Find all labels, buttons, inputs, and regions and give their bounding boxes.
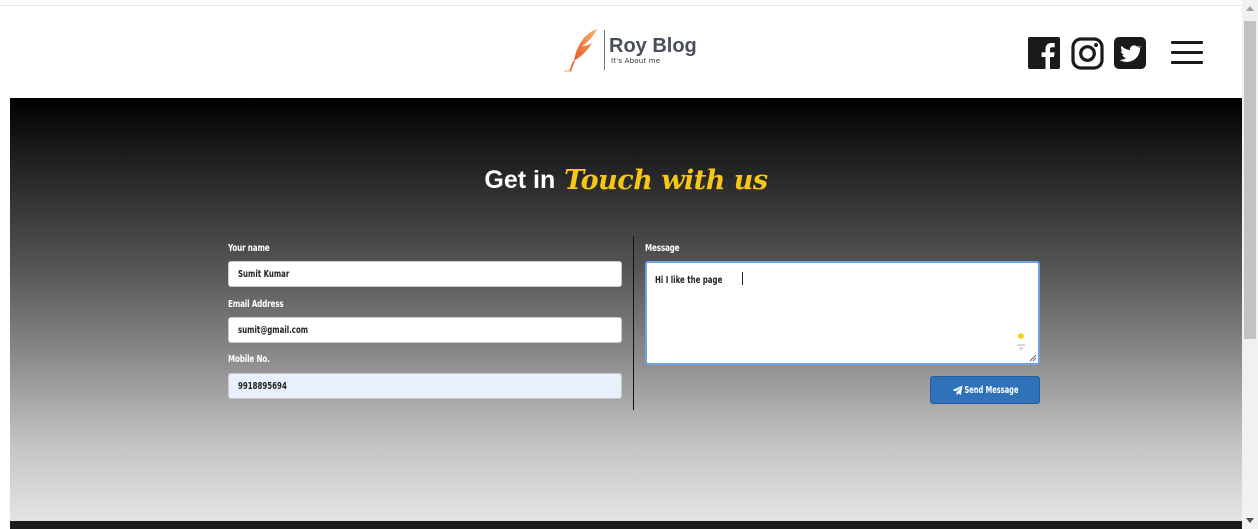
message-label: Message [645, 243, 680, 254]
send-button-label: Send Message [964, 384, 1019, 396]
paper-plane-icon [952, 384, 963, 396]
facebook-icon[interactable] [1028, 37, 1060, 69]
instagram-icon[interactable] [1071, 37, 1104, 70]
site-logo[interactable]: Roy Blog It's About me [562, 27, 697, 73]
feather-quill-icon [564, 29, 597, 72]
message-textarea[interactable]: Hi I like the page [645, 261, 1040, 365]
heading-accent: Touch with us [564, 165, 768, 197]
hamburger-menu-icon[interactable] [1171, 39, 1203, 67]
resize-grip-icon[interactable] [1029, 354, 1037, 362]
vertical-scrollbar[interactable] [1242, 0, 1258, 529]
scroll-down-arrow-icon[interactable] [1246, 518, 1254, 523]
logo-tagline: It's About me [611, 56, 661, 65]
contact-heading: Get in Touch with us [10, 160, 1242, 197]
mobile-input-value: 9918895694 [238, 380, 287, 392]
name-label: Your name [228, 243, 270, 254]
text-caret [742, 272, 744, 286]
top-rule [0, 0, 1242, 6]
footer-edge [10, 521, 1242, 529]
twitter-icon[interactable] [1114, 37, 1146, 69]
scrollbar-thumb[interactable] [1244, 21, 1256, 339]
form-divider [633, 236, 634, 410]
grammar-check-dot-icon[interactable] [1018, 333, 1024, 339]
scroll-up-arrow-icon[interactable] [1246, 6, 1254, 11]
name-input-value: Sumit Kumar [238, 268, 290, 280]
logo-text: Roy Blog It's About me [609, 35, 697, 66]
email-input-value: sumit@gmail.com [238, 324, 309, 336]
name-input[interactable]: Sumit Kumar [228, 261, 622, 287]
send-message-button[interactable]: Send Message [930, 376, 1040, 404]
logo-separator [604, 30, 605, 70]
email-label: Email Address [228, 299, 284, 310]
contact-section: Get in Touch with us Your name Sumit Kum… [10, 98, 1242, 521]
mobile-input[interactable]: 9918895694 [228, 373, 622, 399]
heading-prefix: Get in [484, 166, 556, 195]
email-input[interactable]: sumit@gmail.com [228, 317, 622, 343]
site-header: Roy Blog It's About me [10, 7, 1242, 98]
grammar-check-icon [1017, 344, 1025, 351]
mobile-label: Mobile No. [228, 354, 270, 365]
message-value: Hi I like the page [655, 275, 723, 286]
logo-title: Roy Blog [609, 34, 697, 57]
